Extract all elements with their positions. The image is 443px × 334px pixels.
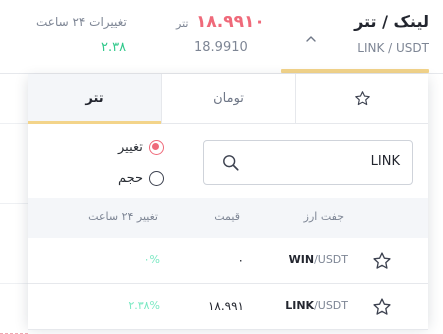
background-chart-strip [0, 74, 28, 334]
row-price: ۱۸.۹۹۱ [207, 299, 244, 313]
pair-subtitle[interactable]: LINK / USDT [357, 41, 429, 55]
grid-line [0, 123, 28, 124]
row-change: ۰% [143, 253, 160, 266]
row-price: ۰ [237, 253, 244, 267]
row-pair: LINK/USDT [285, 299, 348, 312]
radio-unchecked-icon[interactable] [149, 170, 165, 186]
star-icon [354, 91, 370, 106]
sort-change-label: تغییر [118, 139, 143, 155]
last-price-fa: ۱۸.۹۹۱۰ [196, 12, 265, 32]
table-row[interactable]: WIN/USDT ۰ ۰% [28, 238, 428, 284]
radio-checked-icon[interactable] [148, 139, 164, 155]
row-pair-base: WIN [288, 253, 315, 266]
market-tabs: تتر تومان [28, 74, 428, 124]
sort-volume-label: حجم [118, 170, 144, 186]
tab-usdt-label: تتر [85, 91, 104, 106]
row-pair-quote: /USDT [314, 299, 348, 312]
tab-toman-label: تومان [213, 91, 244, 106]
last-price-en: 18.9910 [194, 40, 248, 55]
search-input[interactable]: LINK [203, 140, 413, 185]
tab-toman[interactable]: تومان [162, 74, 295, 123]
change-24h-value: ۲.۳۸ [101, 40, 127, 55]
table-row[interactable]: LINK/USDT ۱۸.۹۹۱ ۲.۳۸% [28, 284, 428, 330]
pair-title[interactable]: لینک / تتر [354, 12, 429, 31]
header-change: تغییر ۲۴ ساعت [88, 210, 158, 223]
sort-by-volume[interactable]: حجم [118, 168, 165, 188]
table-header: جفت ارز قیمت تغییر ۲۴ ساعت [28, 198, 428, 238]
pair-selector-underline [281, 69, 429, 73]
row-pair: WIN/USDT [289, 253, 348, 266]
background-right-edge [428, 74, 443, 325]
row-pair-base: LINK [285, 299, 315, 312]
sort-by-change[interactable]: تغییر [118, 137, 164, 157]
grid-line [0, 283, 28, 284]
header-price: قیمت [214, 210, 240, 223]
change-24h-label: تغییرات ۲۴ ساعت [36, 15, 127, 29]
search-icon [223, 155, 239, 171]
row-change: ۲.۳۸% [128, 299, 160, 312]
header-pair: جفت ارز [303, 210, 344, 223]
price-currency-label: تتر [176, 17, 189, 30]
star-icon[interactable] [372, 297, 392, 317]
tab-usdt[interactable]: تتر [28, 74, 161, 124]
market-header: لینک / تتر LINK / USDT تتر ۱۸.۹۹۱۰ 18.99… [0, 0, 443, 74]
search-value: LINK [370, 154, 400, 169]
row-pair-quote: /USDT [314, 253, 348, 266]
market-selector-panel: تتر تومان LINK تغییر حجم جفت ارز قیمت تغ… [28, 74, 428, 330]
grid-line [0, 203, 28, 204]
tab-favorites[interactable] [296, 74, 428, 123]
star-icon[interactable] [372, 251, 392, 271]
chevron-up-icon[interactable] [305, 34, 317, 44]
